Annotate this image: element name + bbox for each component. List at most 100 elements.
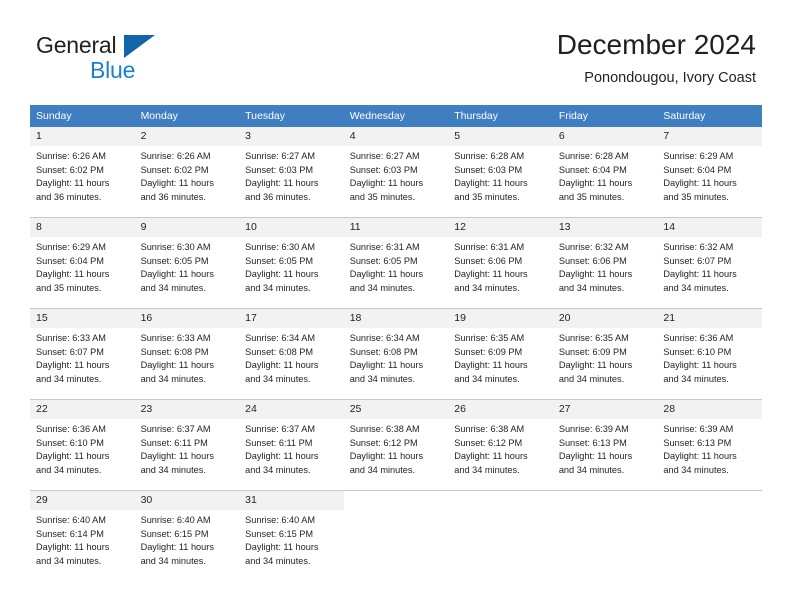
day-details: Sunrise: 6:31 AM Sunset: 6:05 PM Daylight:…	[344, 237, 449, 295]
calendar-day-cell[interactable]: 15 Sunrise: 6:33 AM Sunset: 6:07 PM Dayligh…	[30, 308, 135, 388]
day-details: Sunrise: 6:32 AM Sunset: 6:07 PM Daylight:…	[657, 237, 762, 295]
brand-logo[interactable]: General Blue	[36, 32, 266, 88]
daylight-text-line1: Daylight: 11 hours	[349, 451, 424, 462]
week-spacer-cell	[30, 388, 762, 400]
day-number: 17	[239, 309, 344, 328]
calendar-day-cell[interactable]: 12 Sunrise: 6:31 AM Sunset: 6:06 PM Dayligh…	[448, 217, 553, 297]
day-number: 5	[448, 127, 553, 146]
sunrise-text: Sunrise: 6:38 AM	[454, 424, 525, 434]
daylight-text-line2: and 34 minutes.	[349, 282, 416, 293]
daylight-text-line1: Daylight: 11 hours	[454, 178, 528, 189]
calendar-day-cell[interactable]: 21 Sunrise: 6:36 AM Sunset: 6:10 PM Dayligh…	[657, 308, 762, 388]
daylight-text-line2: and 35 minutes.	[36, 282, 102, 293]
sunrise-text: Sunrise: 6:40 AM	[140, 515, 211, 525]
calendar-day-cell[interactable]: 24 Sunrise: 6:37 AM Sunset: 6:11 PM Dayligh…	[239, 399, 344, 479]
day-details: Sunrise: 6:30 AM Sunset: 6:05 PM Daylight:…	[239, 237, 344, 295]
daylight-text-line1: Daylight: 11 hours	[454, 360, 528, 371]
calendar-day-cell[interactable]: 26 Sunrise: 6:38 AM Sunset: 6:12 PM Dayligh…	[448, 399, 553, 479]
daylight-text-line1: Daylight: 11 hours	[663, 360, 737, 371]
day-number: 2	[134, 127, 240, 146]
sunset-text: Sunset: 6:06 PM	[454, 255, 523, 266]
calendar-day-cell[interactable]: 9 Sunrise: 6:30 AM Sunset: 6:05 PM Daylight…	[134, 217, 240, 297]
calendar-day-cell[interactable]: 30 Sunrise: 6:40 AM Sunset: 6:15 PM Dayligh…	[134, 490, 240, 570]
daylight-text-line2: and 34 minutes.	[245, 373, 311, 384]
day-number: 4	[343, 127, 449, 146]
day-number	[657, 491, 762, 497]
daylight-text-line2: and 35 minutes.	[663, 191, 729, 202]
day-details: Sunrise: 6:29 AM Sunset: 6:04 PM Daylight:…	[657, 146, 762, 204]
sunrise-text: Sunrise: 6:30 AM	[245, 242, 316, 252]
day-details: Sunrise: 6:39 AM Sunset: 6:13 PM Daylight:…	[553, 419, 658, 477]
calendar-day-cell[interactable]: 22 Sunrise: 6:36 AM Sunset: 6:10 PM Dayligh…	[30, 399, 135, 479]
calendar-day-cell[interactable]: 19 Sunrise: 6:35 AM Sunset: 6:09 PM Dayligh…	[448, 308, 553, 388]
sunrise-text: Sunrise: 6:27 AM	[245, 151, 316, 161]
calendar-day-cell[interactable]: 20 Sunrise: 6:35 AM Sunset: 6:09 PM Dayligh…	[552, 308, 658, 388]
calendar-day-cell[interactable]: 23 Sunrise: 6:37 AM Sunset: 6:11 PM Dayligh…	[134, 399, 240, 479]
brand-name-blue: Blue	[90, 57, 136, 83]
calendar-day-cell[interactable]: 1 Sunrise: 6:26 AM Sunset: 6:02 PM Daylight…	[30, 127, 135, 206]
day-number: 19	[448, 309, 553, 328]
calendar-day-cell[interactable]: 10 Sunrise: 6:30 AM Sunset: 6:05 PM Dayligh…	[239, 217, 344, 297]
calendar-day-cell[interactable]: 8 Sunrise: 6:29 AM Sunset: 6:04 PM Daylight…	[30, 217, 135, 297]
sunrise-text: Sunrise: 6:32 AM	[558, 242, 629, 252]
sunset-text: Sunset: 6:05 PM	[245, 255, 314, 266]
calendar-week-row: 22 Sunrise: 6:36 AM Sunset: 6:10 PM Dayligh…	[30, 399, 762, 479]
day-details: Sunrise: 6:36 AM Sunset: 6:10 PM Daylight:…	[30, 419, 135, 477]
day-number: 10	[239, 218, 344, 237]
calendar-day-cell[interactable]: 5 Sunrise: 6:28 AM Sunset: 6:03 PM Daylight…	[448, 127, 553, 206]
calendar-body: 1 Sunrise: 6:26 AM Sunset: 6:02 PM Daylight…	[30, 127, 762, 570]
calendar-day-cell[interactable]: 11 Sunrise: 6:31 AM Sunset: 6:05 PM Dayligh…	[343, 217, 449, 297]
daylight-text-line1: Daylight: 11 hours	[36, 451, 110, 462]
calendar-day-cell[interactable]: 14 Sunrise: 6:32 AM Sunset: 6:07 PM Dayligh…	[657, 217, 762, 297]
day-number: 31	[239, 491, 344, 510]
day-details: Sunrise: 6:40 AM Sunset: 6:14 PM Daylight:…	[30, 510, 135, 568]
calendar-page: General Blue December 2024 Ponondougou, …	[0, 0, 792, 612]
sunrise-text: Sunrise: 6:31 AM	[349, 242, 420, 252]
calendar-day-cell[interactable]: 27 Sunrise: 6:39 AM Sunset: 6:13 PM Dayligh…	[552, 399, 658, 479]
sunrise-text: Sunrise: 6:33 AM	[36, 333, 106, 343]
day-number: 29	[30, 491, 135, 510]
daylight-text-line1: Daylight: 11 hours	[140, 451, 214, 462]
sunrise-text: Sunrise: 6:33 AM	[140, 333, 211, 343]
calendar-day-cell[interactable]: 18 Sunrise: 6:34 AM Sunset: 6:08 PM Dayligh…	[343, 308, 449, 388]
sunrise-text: Sunrise: 6:34 AM	[349, 333, 420, 343]
day-details: Sunrise: 6:40 AM Sunset: 6:15 PM Daylight:…	[135, 510, 240, 568]
brand-name-general: General	[36, 32, 117, 58]
weekday-header-saturday: Saturday	[657, 105, 762, 127]
calendar-day-cell[interactable]: 29 Sunrise: 6:40 AM Sunset: 6:14 PM Dayligh…	[30, 490, 135, 570]
daylight-text-line2: and 34 minutes.	[140, 555, 206, 566]
sunset-text: Sunset: 6:04 PM	[36, 255, 104, 266]
day-number: 30	[134, 491, 240, 510]
calendar-day-cell[interactable]: 28 Sunrise: 6:39 AM Sunset: 6:13 PM Dayligh…	[657, 399, 762, 479]
daylight-text-line1: Daylight: 11 hours	[558, 178, 633, 189]
daylight-text-line2: and 34 minutes.	[454, 464, 520, 475]
week-spacer-row	[30, 388, 762, 400]
day-number: 1	[30, 127, 135, 146]
day-number: 28	[657, 400, 762, 419]
sunrise-text: Sunrise: 6:36 AM	[663, 333, 734, 343]
sunset-text: Sunset: 6:12 PM	[349, 437, 418, 448]
calendar-day-cell[interactable]: 2 Sunrise: 6:26 AM Sunset: 6:02 PM Daylight…	[134, 127, 240, 206]
calendar-day-cell[interactable]: 4 Sunrise: 6:27 AM Sunset: 6:03 PM Daylight…	[343, 127, 449, 206]
calendar-day-cell[interactable]: 25 Sunrise: 6:38 AM Sunset: 6:12 PM Dayligh…	[343, 399, 449, 479]
calendar-day-cell[interactable]: 17 Sunrise: 6:34 AM Sunset: 6:08 PM Dayligh…	[239, 308, 344, 388]
sunset-text: Sunset: 6:15 PM	[245, 528, 314, 539]
calendar-week-row: 15 Sunrise: 6:33 AM Sunset: 6:07 PM Dayligh…	[30, 308, 762, 388]
sunrise-text: Sunrise: 6:37 AM	[245, 424, 316, 434]
calendar-day-cell[interactable]: 13 Sunrise: 6:32 AM Sunset: 6:06 PM Dayligh…	[552, 217, 658, 297]
calendar-week-row: 8 Sunrise: 6:29 AM Sunset: 6:04 PM Daylight…	[30, 217, 762, 297]
daylight-text-line1: Daylight: 11 hours	[558, 451, 633, 462]
day-number: 12	[448, 218, 553, 237]
daylight-text-line2: and 35 minutes.	[349, 191, 416, 202]
daylight-text-line2: and 34 minutes.	[245, 464, 311, 475]
day-details: Sunrise: 6:37 AM Sunset: 6:11 PM Daylight:…	[239, 419, 344, 477]
calendar-day-cell[interactable]: 6 Sunrise: 6:28 AM Sunset: 6:04 PM Daylight…	[552, 127, 658, 206]
day-number: 9	[134, 218, 240, 237]
daylight-text-line1: Daylight: 11 hours	[140, 542, 214, 553]
calendar-day-cell[interactable]: 7 Sunrise: 6:29 AM Sunset: 6:04 PM Daylight…	[657, 127, 762, 206]
calendar-day-cell[interactable]: 31 Sunrise: 6:40 AM Sunset: 6:15 PM Dayligh…	[239, 490, 344, 570]
page-subtitle: Ponondougou, Ivory Coast	[584, 70, 756, 86]
page-header: General Blue December 2024 Ponondougou, …	[0, 0, 792, 100]
calendar-day-cell[interactable]: 16 Sunrise: 6:33 AM Sunset: 6:08 PM Dayligh…	[134, 308, 240, 388]
calendar-day-cell[interactable]: 3 Sunrise: 6:27 AM Sunset: 6:03 PM Daylight…	[239, 127, 344, 206]
